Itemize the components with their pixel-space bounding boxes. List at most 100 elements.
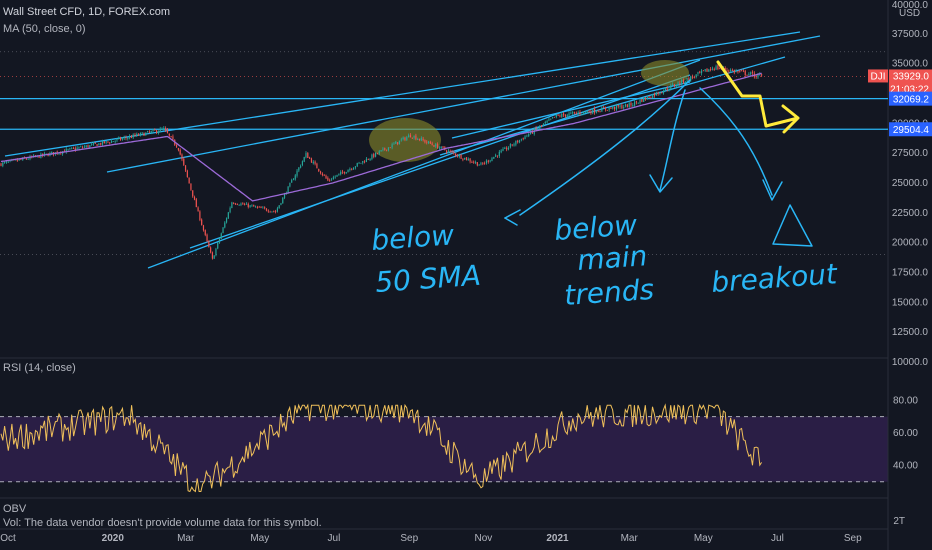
- candle-body: [85, 145, 87, 148]
- candle-body: [746, 74, 748, 76]
- candle-body: [597, 111, 599, 112]
- candle-body: [341, 171, 344, 173]
- candle-body: [78, 147, 80, 149]
- time-tick-label: May: [250, 533, 269, 544]
- candle-body: [509, 144, 511, 148]
- time-tick-label: May: [694, 533, 713, 544]
- candle-body: [491, 158, 493, 162]
- candle-body: [199, 211, 201, 220]
- candle-body: [369, 158, 371, 161]
- candle-body: [271, 211, 273, 213]
- candle-body: [227, 212, 229, 219]
- candle-body: [386, 149, 388, 151]
- price-tag-value: 33929.0: [893, 71, 930, 82]
- candle-body: [378, 151, 380, 154]
- candle-body: [211, 252, 214, 259]
- candle-body: [206, 234, 208, 241]
- obv-indicator-label[interactable]: OBV: [3, 503, 26, 515]
- currency-label[interactable]: USD: [899, 8, 920, 19]
- handwritten-note: breakout: [710, 257, 839, 299]
- candle-body: [606, 109, 608, 111]
- candle-body: [365, 158, 368, 162]
- hand-drawings[interactable]: below50 SMAbelowmaintrends breakout: [370, 60, 839, 312]
- candle-body: [634, 101, 636, 106]
- rsi-axis: 80.00 60.00 40.00 2T: [893, 395, 918, 527]
- candle-body: [118, 137, 120, 139]
- candle-body: [222, 227, 224, 234]
- candle-body: [415, 135, 417, 140]
- candle-body: [358, 162, 360, 164]
- candle-body: [218, 238, 221, 243]
- candle-body: [391, 144, 393, 148]
- candle-body: [617, 105, 619, 107]
- candle-body: [577, 112, 579, 114]
- candle-body: [110, 141, 113, 143]
- candle-body: [632, 105, 634, 106]
- candle-body: [599, 111, 601, 112]
- rsi-indicator-label[interactable]: RSI (14, close): [3, 362, 76, 374]
- chart-title: Wall Street CFD, 1D, FOREX.com: [3, 6, 171, 18]
- candle-body: [245, 203, 248, 205]
- candle-body: [301, 161, 304, 166]
- candle-body: [81, 146, 84, 148]
- candle-body: [662, 90, 665, 94]
- candle-body: [504, 147, 506, 149]
- candle-body: [474, 162, 477, 163]
- candle-body: [192, 190, 194, 197]
- candle-body: [744, 70, 746, 75]
- price-tick-label: 17500.0: [892, 268, 929, 279]
- candle-body: [583, 111, 585, 114]
- candle-body: [568, 113, 570, 116]
- candle-body: [204, 230, 206, 235]
- candle-body: [506, 147, 508, 150]
- candle-body: [186, 170, 188, 178]
- price-axis[interactable]: 40000.037500.035000.032500.030000.027500…: [892, 0, 929, 368]
- candle-body: [719, 68, 721, 70]
- time-axis[interactable]: Oct 2020 Mar May Jul Sep Nov 2021 Mar May Jul Sep: [0, 533, 862, 544]
- candle-body: [460, 154, 462, 159]
- candle-body: [482, 163, 484, 165]
- candle-body: [371, 154, 373, 160]
- candle-body: [484, 163, 486, 165]
- candle-body: [465, 157, 468, 161]
- candle-body: [502, 148, 504, 151]
- candle-body: [240, 203, 242, 205]
- candle-body: [154, 129, 156, 131]
- handwritten-note: 50 SMA: [374, 259, 482, 299]
- chart-canvas[interactable]: below50 SMAbelowmaintrends breakout 40000…: [0, 0, 932, 550]
- candle-body: [91, 144, 93, 145]
- candle-body: [298, 167, 300, 171]
- candle-body: [71, 147, 73, 149]
- candle-body: [595, 111, 597, 113]
- candle-body: [83, 146, 85, 148]
- candle-body: [517, 140, 519, 143]
- rsi-tick-label: 40.00: [893, 460, 918, 471]
- candle-body: [557, 115, 559, 117]
- candle-body: [624, 104, 627, 107]
- candle-body: [175, 145, 178, 148]
- candle-body: [224, 222, 226, 228]
- candle-body: [406, 137, 408, 140]
- candle-body: [628, 103, 630, 107]
- price-tick-label: 15000.0: [892, 297, 929, 308]
- candle-body: [51, 151, 53, 154]
- time-tick-label: Oct: [0, 533, 16, 544]
- candle-body: [229, 207, 231, 213]
- candle-body: [136, 133, 138, 137]
- time-tick-label: Sep: [844, 533, 862, 544]
- candle-body: [436, 144, 439, 149]
- candle-body: [276, 208, 278, 212]
- candle-body: [467, 159, 469, 161]
- candle-body: [739, 70, 741, 72]
- rsi-band: [0, 416, 888, 483]
- candle-body: [305, 153, 307, 158]
- candle-body: [438, 147, 440, 149]
- candle-body: [119, 137, 122, 140]
- ma-indicator-label[interactable]: MA (50, close, 0): [3, 23, 86, 35]
- candle-body: [376, 152, 379, 154]
- candle-body: [646, 96, 648, 100]
- candle-body: [431, 143, 433, 145]
- candle-body: [89, 145, 91, 148]
- price-tick-label: 37500.0: [892, 29, 929, 40]
- candle-body: [411, 137, 413, 139]
